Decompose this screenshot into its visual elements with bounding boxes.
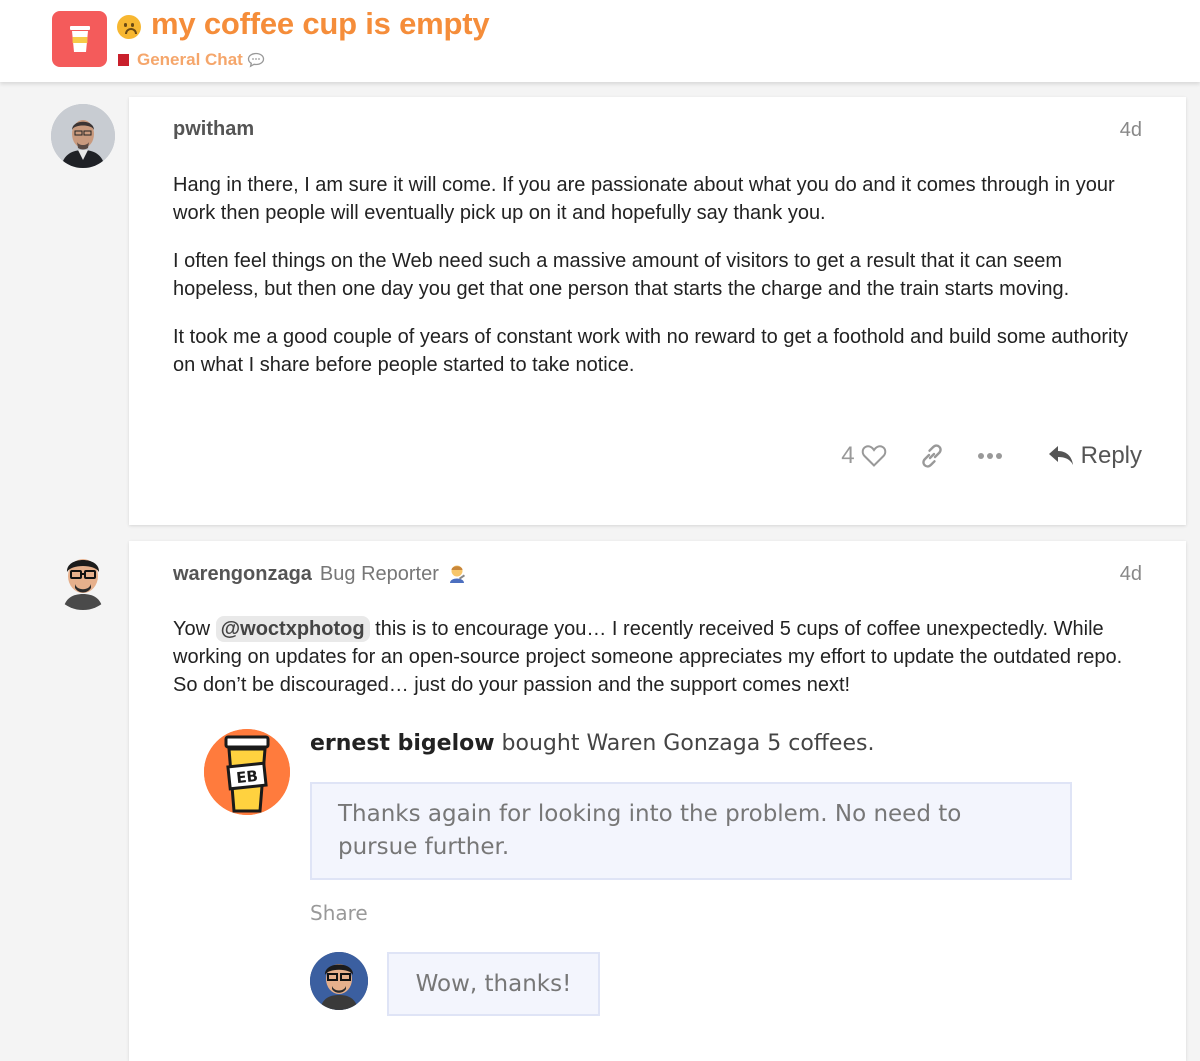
post-username[interactable]: pwitham — [173, 118, 254, 141]
supporter-name: ernest bigelow — [310, 731, 495, 756]
support-action: bought Waren Gonzaga 5 coffees. — [494, 731, 875, 756]
text-segment: Yow — [173, 618, 216, 640]
post-body: Yow @woctxphotog this is to encourage yo… — [173, 615, 1133, 719]
cartoon-avatar — [51, 546, 115, 610]
creator-reply: Wow, thanks! — [387, 952, 600, 1016]
creator-avatar — [310, 952, 368, 1010]
eb-logo-text: EB — [235, 767, 258, 787]
topic-header: my coffee cup is empty General Chat — [0, 0, 1200, 82]
avatar-pwitham[interactable] — [51, 104, 115, 168]
like-button[interactable]: 4 — [841, 442, 886, 470]
post-date[interactable]: 4d — [1120, 119, 1142, 142]
link-icon — [921, 444, 942, 468]
post-date[interactable]: 4d — [1120, 563, 1142, 586]
category-badge[interactable]: General Chat — [118, 50, 265, 70]
post-username[interactable]: warengonzaga — [173, 563, 312, 585]
post-paragraph: Yow @woctxphotog this is to encourage yo… — [173, 615, 1133, 699]
post-username-row: warengonzaga Bug Reporter — [173, 563, 467, 586]
share-link-button[interactable] — [919, 443, 945, 469]
reply-button[interactable]: Reply — [1047, 442, 1142, 470]
heart-icon — [861, 445, 886, 467]
post-warengonzaga: warengonzaga Bug Reporter 4d Yow @woctxph… — [129, 541, 1186, 1061]
topic-title[interactable]: my coffee cup is empty — [151, 6, 490, 42]
share-label: Share — [310, 901, 368, 925]
coffee-cup-icon — [69, 26, 90, 52]
supporter-logo: EB — [204, 729, 290, 815]
ellipsis-icon — [977, 453, 1002, 459]
reply-arrow-icon — [1048, 446, 1073, 465]
reply-label: Reply — [1080, 442, 1142, 469]
mechanic-emoji-icon — [450, 565, 466, 583]
support-message: Thanks again for looking into the proble… — [310, 782, 1072, 880]
cartoon-avatar — [310, 952, 368, 1010]
post-paragraph: Hang in there, I am sure it will come. I… — [173, 174, 1115, 224]
post-paragraph: It took me a good couple of years of con… — [173, 326, 1128, 376]
post-pwitham: pwitham 4d Hang in there, I am sure it w… — [129, 97, 1186, 525]
avatar-warengonzaga[interactable] — [51, 546, 115, 610]
embedded-screenshot: EB ernest bigelow bought Waren Gonzaga 5… — [204, 729, 1104, 1059]
more-actions-button[interactable] — [977, 451, 1003, 461]
topic-title-row: my coffee cup is empty — [117, 6, 490, 42]
post-body: Hang in there, I am sure it will come. I… — [173, 171, 1133, 399]
like-count: 4 — [841, 442, 855, 469]
post-paragraph: I often feel things on the Web need such… — [173, 250, 1070, 300]
eb-cup-icon: EB — [204, 729, 290, 815]
user-mention[interactable]: @woctxphotog — [215, 616, 370, 642]
site-logo[interactable] — [52, 11, 107, 67]
category-color-square — [118, 54, 129, 66]
category-name[interactable]: General Chat — [137, 50, 243, 70]
user-title: Bug Reporter — [319, 563, 439, 585]
post-actions: 4 Reply — [841, 442, 1142, 470]
user-photo — [51, 104, 115, 168]
worried-face-icon — [117, 15, 141, 39]
support-notice: ernest bigelow bought Waren Gonzaga 5 co… — [310, 731, 874, 756]
chat-bubble-icon — [247, 52, 264, 68]
